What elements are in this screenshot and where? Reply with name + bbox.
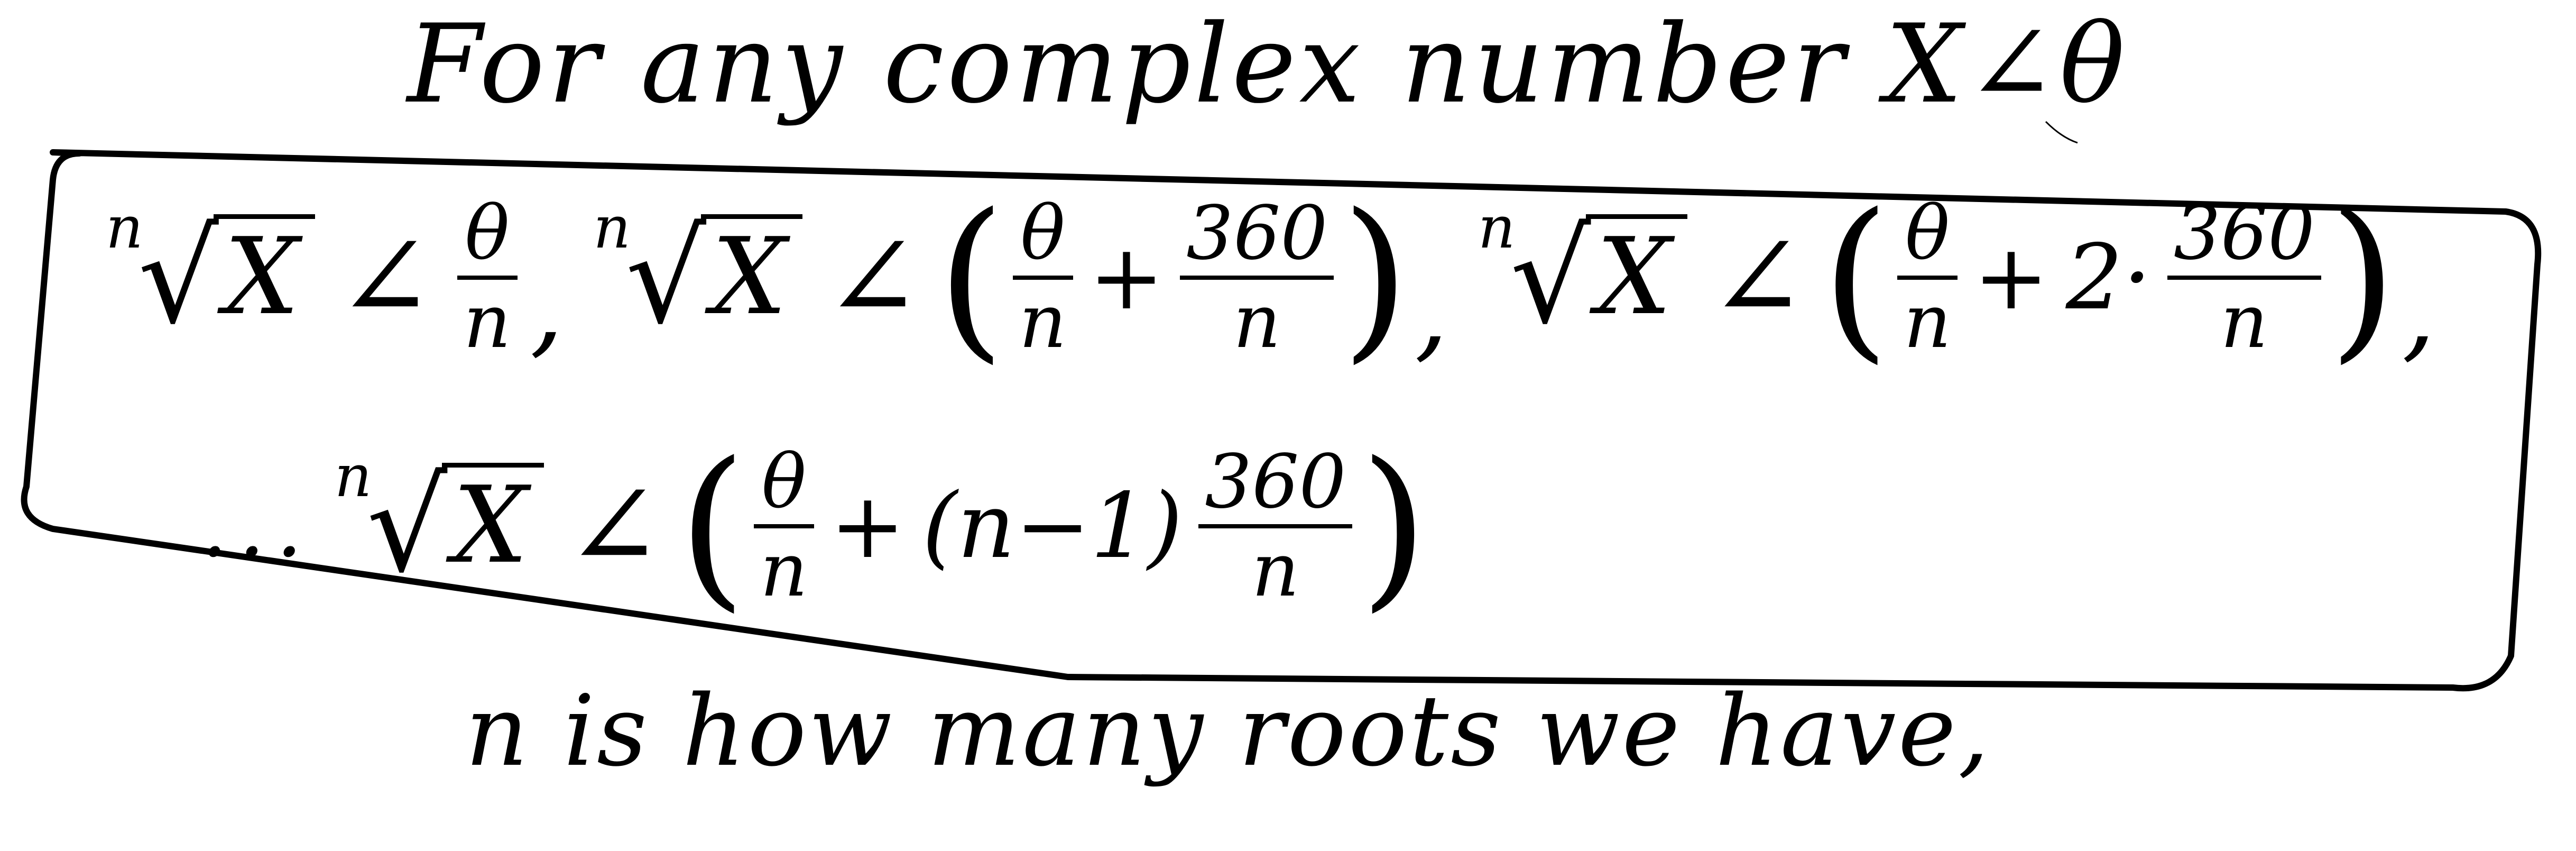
fraction-theta-over-n: θ n	[1012, 190, 1073, 365]
formula-row-1: n √ X ∠ θ n , n √ X ∠ ( θ n + 360 n) , …	[106, 190, 2465, 365]
radical-sign-icon: √	[366, 452, 448, 600]
radical-sign-icon: √	[625, 204, 707, 352]
radical-sign-icon: √	[1510, 204, 1591, 352]
close-paren: )	[2329, 176, 2397, 379]
plus-sign: +	[1088, 225, 1165, 330]
fraction-denominator: n	[760, 527, 808, 614]
root-term-3: n √ X ∠ ( θ n + 2· 360 n ) ,	[1478, 190, 2450, 365]
comma-separator: ,	[2402, 250, 2436, 373]
angle-symbol: ∠	[824, 210, 921, 345]
angle-symbol: ∠	[336, 210, 434, 345]
radicand: X	[213, 214, 316, 330]
root-term-2: n √ X ∠ ( θ n + 360 n ) ,	[593, 190, 1462, 365]
radical-sign-icon: √	[137, 204, 219, 352]
fraction-numerator: θ	[465, 190, 510, 277]
root-term-last: n √ X ∠ ( θ n + (n−1) 360 n )	[335, 439, 1428, 614]
fraction-numerator: 360	[1205, 439, 1346, 525]
fraction-360-over-n: 360 n	[1198, 439, 1353, 614]
fraction-numerator: θ	[1020, 190, 1065, 277]
radicand: X	[1585, 214, 1687, 330]
fraction-numerator: θ	[1905, 190, 1950, 277]
plus-sign: +	[830, 474, 906, 579]
radicand: X	[442, 463, 544, 579]
comma-separator: ,	[530, 246, 564, 369]
fraction-denominator: n	[463, 279, 511, 365]
plus-sign: +	[1973, 225, 2049, 330]
fraction-numerator: θ	[761, 439, 807, 525]
open-paren: (	[678, 425, 746, 628]
comma-separator: ,	[1415, 250, 1448, 373]
nth-root-2: n √ X	[593, 198, 803, 352]
fraction-theta-over-n: θ n	[457, 195, 518, 361]
close-paren: )	[1341, 176, 1410, 379]
fraction-denominator: n	[1019, 279, 1067, 365]
coefficient-n-minus-1: (n−1)	[922, 474, 1183, 579]
fraction-numerator: 360	[2173, 190, 2315, 277]
open-paren: (	[937, 176, 1005, 379]
fraction-theta-over-n: θ n	[753, 439, 815, 614]
angle-symbol: ∠	[1708, 210, 1806, 345]
fraction-denominator: n	[1904, 279, 1952, 365]
stray-mark-icon	[2045, 121, 2078, 144]
coefficient-two: 2·	[2065, 225, 2152, 330]
nth-root-last: n √ X	[335, 447, 544, 600]
root-term-1: n √ X ∠ θ n ,	[106, 195, 577, 361]
open-paren: (	[1822, 176, 1890, 379]
nth-root-3: n √ X	[1478, 198, 1687, 352]
fraction-360-over-n: 360 n	[2167, 190, 2322, 365]
ellipsis: ...	[201, 477, 313, 576]
footer-handwritten-text: n is how many roots we have,	[465, 674, 1991, 788]
fraction-denominator: n	[1251, 527, 1299, 614]
fraction-denominator: n	[1233, 279, 1281, 365]
angle-symbol: ∠	[565, 459, 663, 594]
nth-root-1: n √ X	[106, 198, 316, 352]
fraction-theta-over-n: θ n	[1897, 195, 1958, 361]
formula-row-2: ... n √ X ∠ ( θ n + (n−1) 360 n )	[201, 439, 1444, 614]
radicand: X	[701, 214, 803, 330]
fraction-360-over-n: 360 n	[1180, 195, 1334, 361]
title-handwritten-text: For any complex number X∠θ	[407, 2, 2128, 127]
fraction-numerator: 360	[1186, 190, 1328, 277]
fraction-denominator: n	[2220, 279, 2268, 365]
close-paren: )	[1360, 425, 1428, 628]
